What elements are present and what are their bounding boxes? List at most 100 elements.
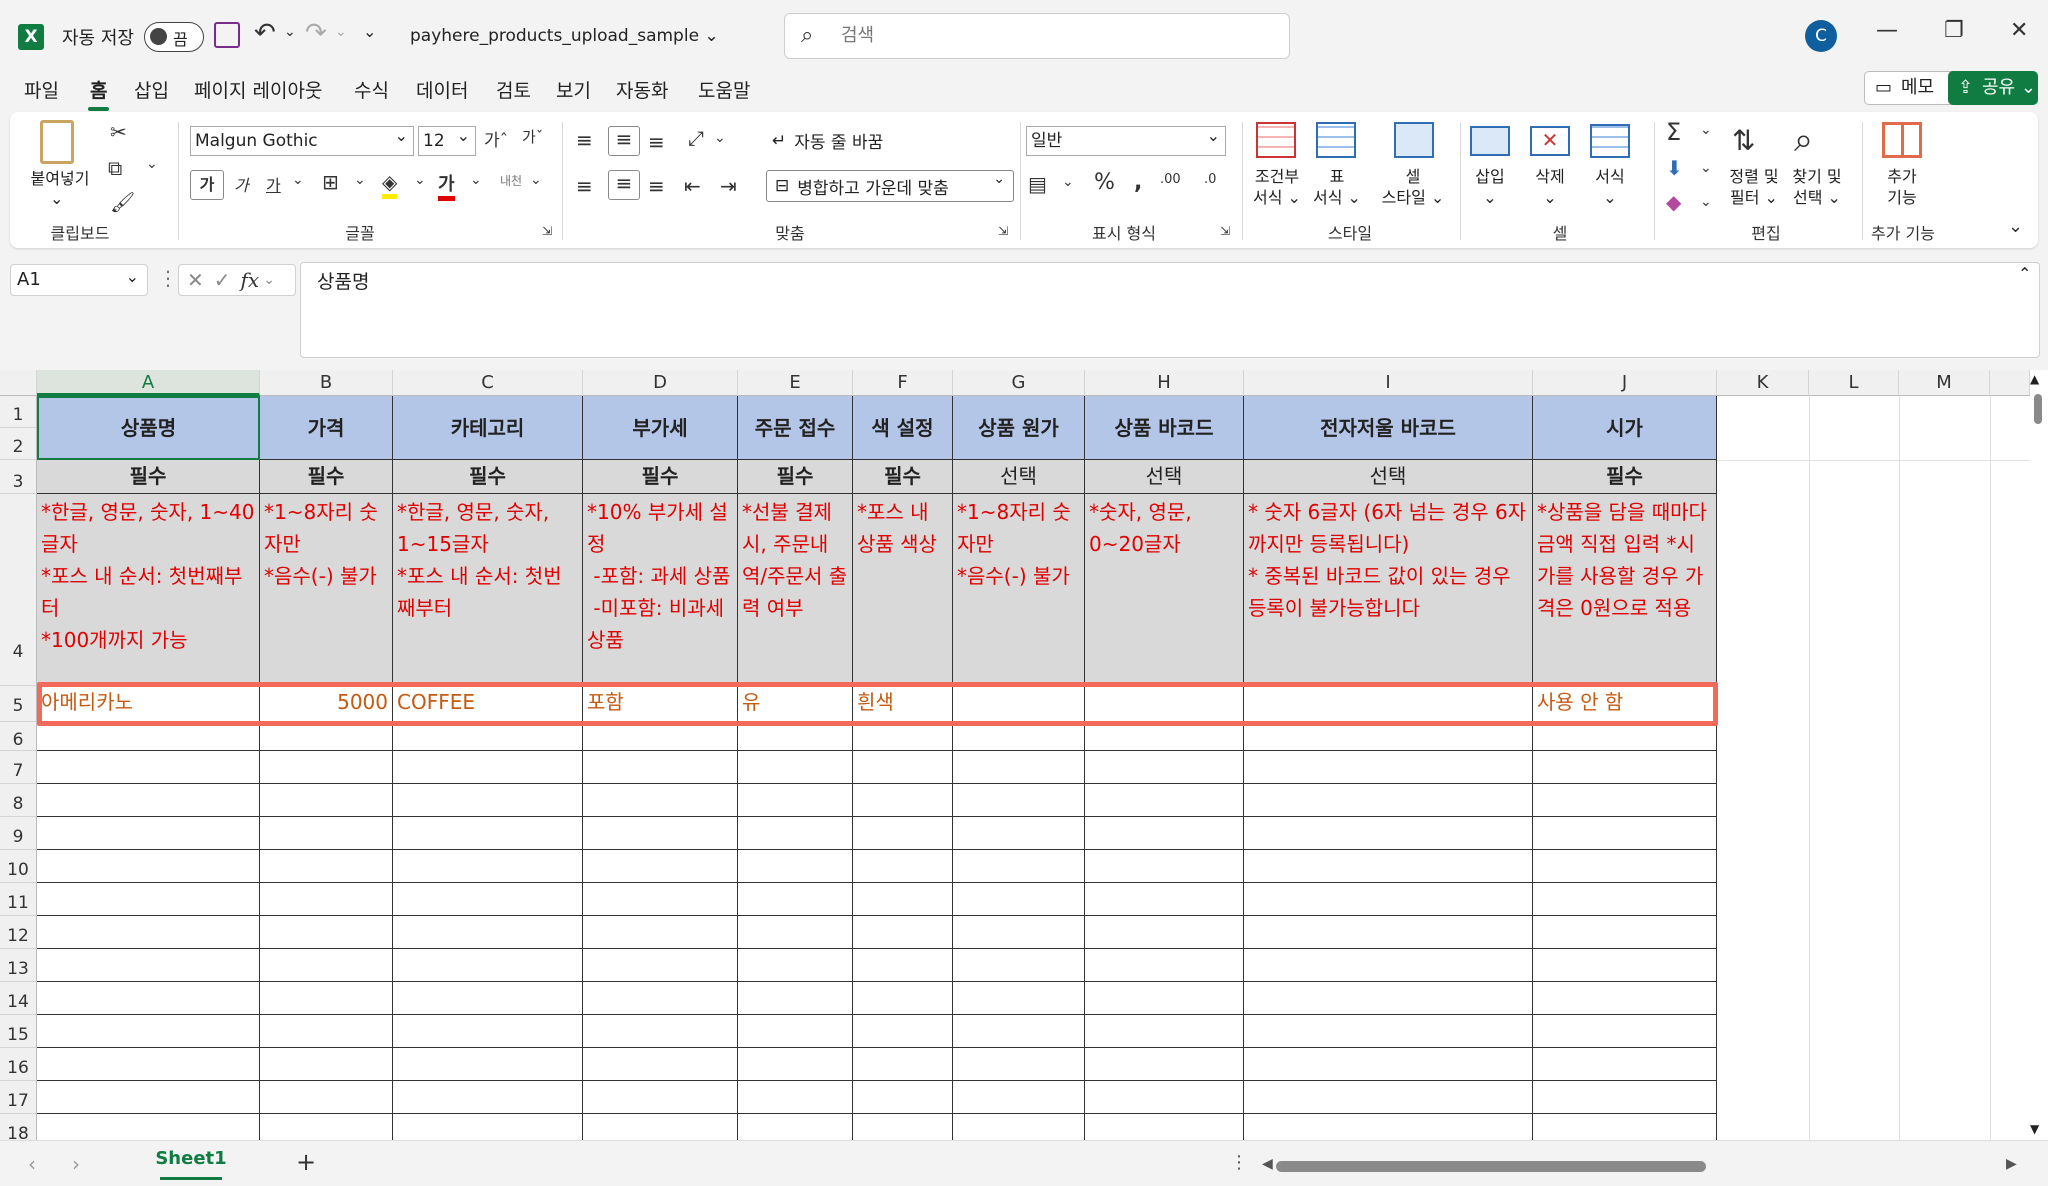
minimize-icon[interactable]: — bbox=[1876, 18, 1898, 43]
scroll-left-icon[interactable]: ◀ bbox=[1262, 1156, 1273, 1172]
search-box[interactable]: ⌕ 검색 bbox=[784, 13, 1290, 59]
cell-a9[interactable] bbox=[37, 817, 260, 850]
border-icon[interactable]: ⊞ bbox=[322, 170, 339, 194]
cell-g13[interactable] bbox=[953, 949, 1085, 982]
cell-e7[interactable] bbox=[738, 751, 853, 784]
sheet-tab-sheet1[interactable]: Sheet1 bbox=[150, 1148, 232, 1180]
cell-e16[interactable] bbox=[738, 1048, 853, 1081]
cell-b10[interactable] bbox=[260, 850, 393, 883]
cell-e14[interactable] bbox=[738, 982, 853, 1015]
cell-j6[interactable] bbox=[1533, 722, 1717, 751]
cell-b8[interactable] bbox=[260, 784, 393, 817]
cell-f4[interactable]: *포스 내 상품 색상 bbox=[853, 494, 953, 686]
restore-icon[interactable]: ❐ bbox=[1944, 18, 1964, 43]
cell-g17[interactable] bbox=[953, 1081, 1085, 1114]
cell-c8[interactable] bbox=[393, 784, 583, 817]
decrease-decimal-icon[interactable]: .0 bbox=[1204, 172, 1216, 187]
cell-e13[interactable] bbox=[738, 949, 853, 982]
menu-page-layout[interactable]: 페이지 레이아웃 bbox=[194, 76, 322, 103]
cell-j13[interactable] bbox=[1533, 949, 1717, 982]
worksheet-grid[interactable]: A B C D E F G H I J K L M 1 2 3 4 5 6 7 … bbox=[0, 370, 2048, 1140]
cell-i14[interactable] bbox=[1244, 982, 1533, 1015]
cell-j9[interactable] bbox=[1533, 817, 1717, 850]
cell-b3[interactable]: 필수 bbox=[260, 460, 393, 494]
share-button[interactable]: ⇪ 공유 ⌄ bbox=[1948, 71, 2038, 105]
cell-d10[interactable] bbox=[583, 850, 738, 883]
col-header-j[interactable]: J bbox=[1533, 370, 1717, 396]
cell-e3[interactable]: 필수 bbox=[738, 460, 853, 494]
cell-b1[interactable]: 가격 bbox=[260, 396, 393, 460]
cell-e4[interactable]: *선불 결제 시, 주문내역/주문서 출력 여부 bbox=[738, 494, 853, 686]
paste-icon[interactable] bbox=[40, 120, 74, 164]
cell-i8[interactable] bbox=[1244, 784, 1533, 817]
orientation-icon[interactable]: ⤢ bbox=[688, 126, 704, 150]
cell-c4[interactable]: *한글, 영문, 숫자, 1~15글자 *포스 내 순서: 첫번째부터 bbox=[393, 494, 583, 686]
cell-h3[interactable]: 선택 bbox=[1085, 460, 1244, 494]
sort-filter-button[interactable]: 정렬 및 필터 ⌄ bbox=[1724, 166, 1784, 208]
cell-i4[interactable]: * 숫자 6글자 (6자 넘는 경우 6자까지만 등록됩니다) * 중복된 바코… bbox=[1244, 494, 1533, 686]
cell-a12[interactable] bbox=[37, 916, 260, 949]
cell-f7[interactable] bbox=[853, 751, 953, 784]
cell-b15[interactable] bbox=[260, 1015, 393, 1048]
col-header-b[interactable]: B bbox=[260, 370, 393, 396]
cell-c3[interactable]: 필수 bbox=[393, 460, 583, 494]
menu-view[interactable]: 보기 bbox=[556, 76, 591, 103]
col-header-a[interactable]: A bbox=[37, 370, 260, 396]
comma-icon[interactable]: , bbox=[1134, 170, 1142, 195]
redo-dropdown-icon[interactable]: ⌄ bbox=[335, 24, 347, 40]
cell-h12[interactable] bbox=[1085, 916, 1244, 949]
font-size-combo[interactable]: 12 bbox=[418, 122, 476, 156]
prev-sheet-icon[interactable]: ‹ bbox=[28, 1152, 36, 1176]
align-left-icon[interactable]: ≡ bbox=[576, 174, 593, 198]
cell-e8[interactable] bbox=[738, 784, 853, 817]
row-header-1[interactable]: 1 bbox=[0, 396, 37, 428]
increase-indent-icon[interactable]: ⇥ bbox=[720, 174, 737, 198]
cell-f10[interactable] bbox=[853, 850, 953, 883]
format-painter-icon[interactable]: 🖌 bbox=[110, 190, 135, 214]
cut-icon[interactable]: ✂ bbox=[110, 120, 127, 144]
cell-a16[interactable] bbox=[37, 1048, 260, 1081]
cell-g6[interactable] bbox=[953, 722, 1085, 751]
cell-a14[interactable] bbox=[37, 982, 260, 1015]
font-launcher-icon[interactable]: ⇲ bbox=[542, 224, 552, 238]
menu-formulas[interactable]: 수식 bbox=[354, 76, 389, 103]
delete-cells-icon[interactable]: ✕ bbox=[1530, 126, 1570, 156]
cell-g11[interactable] bbox=[953, 883, 1085, 916]
cell-f17[interactable] bbox=[853, 1081, 953, 1114]
phonetic-dropdown-icon[interactable]: ⌄ bbox=[530, 172, 542, 188]
col-header-f[interactable]: F bbox=[853, 370, 953, 396]
fx-dropdown-icon[interactable]: ⌄ bbox=[263, 272, 275, 288]
cell-c16[interactable] bbox=[393, 1048, 583, 1081]
cell-b11[interactable] bbox=[260, 883, 393, 916]
row-header-17[interactable]: 17 bbox=[0, 1081, 37, 1114]
menu-file[interactable]: 파일 bbox=[24, 76, 59, 103]
row-header-16[interactable]: 16 bbox=[0, 1048, 37, 1081]
decrease-font-icon[interactable]: 가ˇ bbox=[522, 126, 543, 147]
enter-icon[interactable]: ✓ bbox=[214, 268, 231, 292]
sort-filter-icon[interactable]: ⇅ bbox=[1732, 124, 1755, 157]
cell-a7[interactable] bbox=[37, 751, 260, 784]
clear-icon[interactable]: ◆ bbox=[1666, 190, 1681, 214]
undo-dropdown-icon[interactable]: ⌄ bbox=[284, 24, 296, 40]
cell-f18[interactable] bbox=[853, 1114, 953, 1140]
cell-c18[interactable] bbox=[393, 1114, 583, 1140]
autosave-toggle[interactable]: 끔 bbox=[144, 22, 204, 52]
orientation-dropdown-icon[interactable]: ⌄ bbox=[714, 130, 726, 146]
cell-e1[interactable]: 주문 접수 bbox=[738, 396, 853, 460]
cell-e17[interactable] bbox=[738, 1081, 853, 1114]
cell-e10[interactable] bbox=[738, 850, 853, 883]
col-header-e[interactable]: E bbox=[738, 370, 853, 396]
align-top-icon[interactable]: ≡ bbox=[576, 128, 593, 152]
delete-cells-button[interactable]: 삭제 ⌄ bbox=[1526, 166, 1574, 208]
cell-f3[interactable]: 필수 bbox=[853, 460, 953, 494]
row-header-3[interactable]: 3 bbox=[0, 460, 37, 494]
cell-b6[interactable] bbox=[260, 722, 393, 751]
percent-icon[interactable]: % bbox=[1094, 170, 1115, 195]
fill-dropdown-icon[interactable]: ⌄ bbox=[1700, 160, 1712, 176]
close-icon[interactable]: ✕ bbox=[2010, 18, 2028, 43]
cell-h8[interactable] bbox=[1085, 784, 1244, 817]
cell-i17[interactable] bbox=[1244, 1081, 1533, 1114]
cell-b12[interactable] bbox=[260, 916, 393, 949]
find-select-icon[interactable]: ⌕ bbox=[1794, 120, 1813, 160]
cell-f11[interactable] bbox=[853, 883, 953, 916]
